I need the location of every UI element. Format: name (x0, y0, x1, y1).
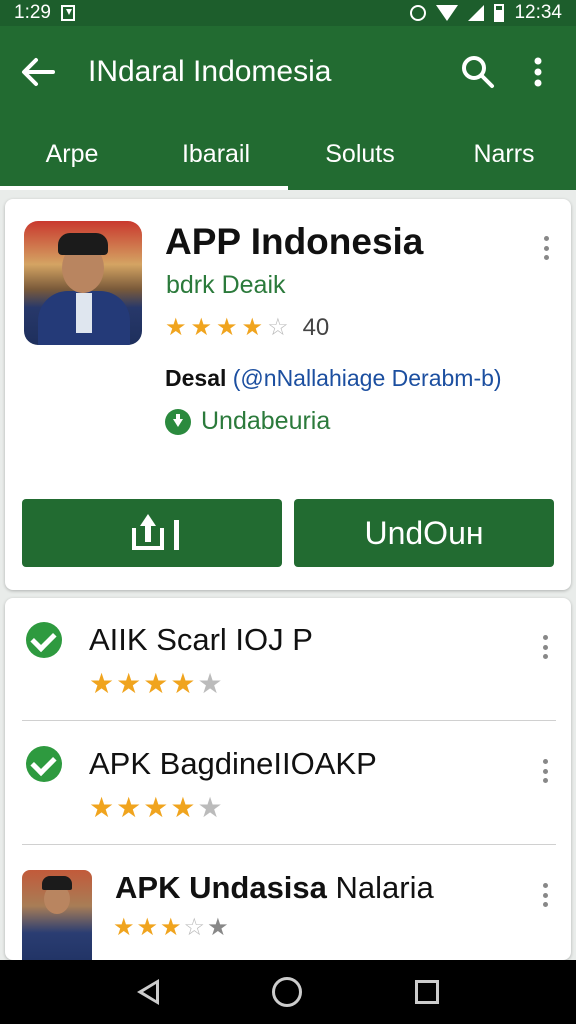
star-icon: ★ (160, 914, 182, 941)
star-icon: ★ (136, 914, 159, 941)
check-circle-icon (26, 622, 62, 658)
download-status: Undabeuria (165, 407, 330, 436)
action-buttons: UndOuн (22, 499, 554, 567)
item-more-button[interactable] (533, 756, 557, 786)
divider (22, 844, 556, 845)
more-vert-icon (534, 57, 542, 87)
star-icon: ★ (113, 914, 135, 941)
search-icon (462, 56, 494, 88)
star-icon: ★ (170, 792, 196, 823)
star-icon: ★ (143, 668, 169, 699)
star-empty-icon: ★ (207, 914, 229, 941)
star-icon: ★ (165, 314, 187, 341)
tab-ibarail[interactable]: Ibarail (144, 118, 288, 190)
signal-icon (468, 5, 485, 21)
app-bar: INdaral Indomesia (0, 26, 576, 118)
tab-bar: Arpe Ibarail Soluts Narrs (0, 118, 576, 190)
list-item-title: APK BagdineIIOAKP (89, 746, 377, 781)
star-icon: ★ (170, 668, 196, 699)
item-more-button[interactable] (533, 632, 557, 662)
star-icon: ★ (216, 314, 238, 341)
rating: ★ ★ ★ ★ ★ (89, 670, 223, 698)
star-empty-icon: ☆ (267, 314, 289, 341)
list-item-title: AIIK Scarl IOJ P (89, 622, 313, 657)
upload-icon (132, 514, 179, 552)
status-time-left: 1:29 (14, 2, 51, 23)
status-time-right: 12:34 (514, 2, 562, 23)
star-icon: ★ (89, 668, 115, 699)
check-circle-icon (26, 746, 62, 782)
nav-home-icon[interactable] (271, 977, 302, 1007)
nav-back-icon[interactable] (136, 979, 159, 1005)
title-bold-part: APK Undasisa (115, 870, 327, 905)
rating: ★ ★ ★ ★ ☆ 40 (165, 314, 329, 342)
description-link[interactable]: (@nNallahiage Derabm-b) (233, 365, 502, 391)
star-icon: ★ (116, 792, 142, 823)
status-bar: 1:29 12:34 (0, 0, 576, 26)
rating: ★ ★ ★ ☆ ★ (113, 916, 229, 940)
developer-name[interactable]: bdrk Deaik (166, 271, 286, 300)
nav-recents-icon[interactable] (415, 980, 440, 1004)
install-button[interactable]: UndOuн (294, 499, 554, 567)
back-button[interactable] (18, 52, 58, 92)
list-item[interactable]: APK Undasisa Nalaria ★ ★ ★ ☆ ★ (5, 846, 571, 970)
app-list: AIIK Scarl IOJ P ★ ★ ★ ★ ★ APK BagdineII… (5, 598, 571, 960)
app-icon[interactable] (24, 221, 142, 345)
star-empty-icon: ☆ (183, 914, 206, 941)
rating: ★ ★ ★ ★ ★ (89, 794, 223, 822)
title-regular-part: Nalaria (335, 870, 434, 905)
star-empty-icon: ★ (197, 792, 223, 823)
tab-soluts[interactable]: Soluts (288, 118, 432, 190)
tab-narrs[interactable]: Narrs (432, 118, 576, 190)
wifi-icon (436, 5, 459, 21)
star-empty-icon: ★ (197, 668, 223, 699)
app-icon (22, 870, 92, 960)
app-title: APP Indonesia (165, 221, 424, 262)
system-nav-bar (0, 960, 576, 1024)
status-text: Undabeuria (201, 407, 331, 435)
download-circle-icon (165, 408, 191, 435)
list-item-title: APK Undasisa Nalaria (115, 870, 434, 906)
app-description: Desal (@nNallahiage Derabm-b) (165, 365, 502, 392)
list-item[interactable]: AIIK Scarl IOJ P ★ ★ ★ ★ ★ (5, 598, 571, 722)
star-icon: ★ (143, 792, 169, 823)
star-icon: ★ (89, 792, 115, 823)
star-icon: ★ (241, 314, 264, 341)
share-button[interactable] (22, 499, 282, 567)
search-button[interactable] (458, 52, 498, 92)
tab-arpe[interactable]: Arpe (0, 118, 144, 190)
item-more-button[interactable] (533, 880, 557, 910)
card-more-button[interactable] (534, 233, 558, 263)
alarm-icon (410, 5, 427, 21)
description-label: Desal (165, 365, 227, 391)
arrow-left-icon (22, 58, 55, 86)
download-icon (60, 5, 75, 21)
overflow-menu-button[interactable] (518, 52, 558, 92)
star-icon: ★ (190, 314, 213, 341)
divider (22, 720, 556, 721)
star-icon: ★ (116, 668, 142, 699)
rating-count: 40 (302, 314, 330, 341)
featured-app-card[interactable]: APP Indonesia bdrk Deaik ★ ★ ★ ★ ☆ 40 De… (5, 199, 571, 590)
page-title: INdaral Indomesia (88, 55, 332, 88)
list-item[interactable]: APK BagdineIIOAKP ★ ★ ★ ★ ★ (5, 722, 571, 846)
battery-icon (494, 4, 505, 22)
